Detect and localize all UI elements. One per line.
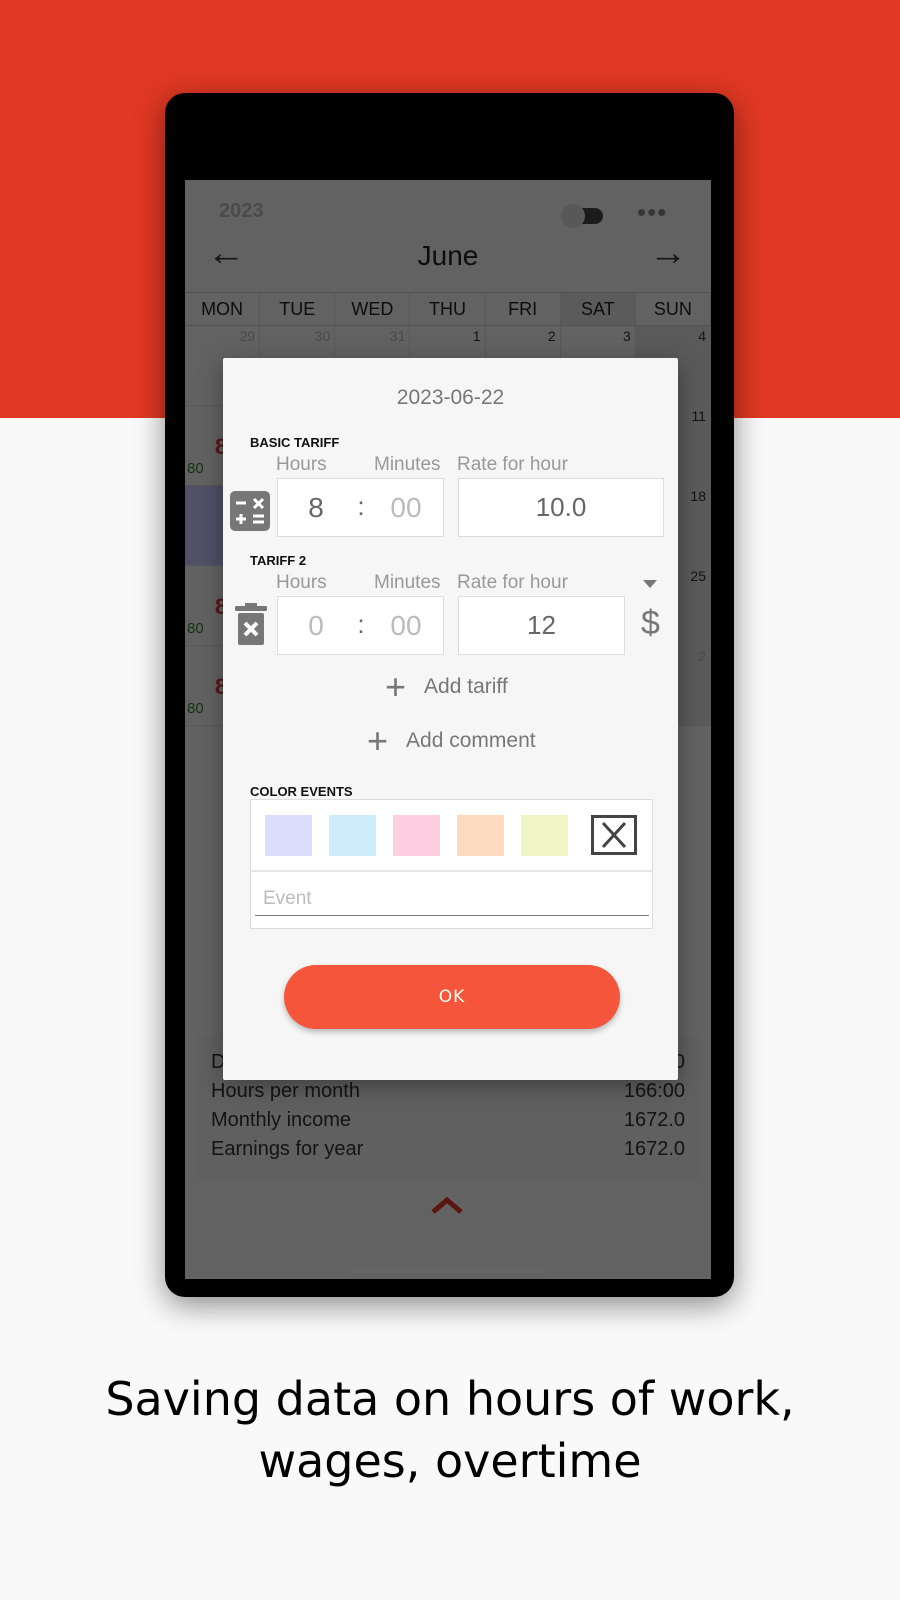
time-separator: : xyxy=(357,491,365,521)
add-comment-button[interactable]: + Add comment xyxy=(367,720,536,761)
tariff2-rate-label: Rate for hour xyxy=(457,572,568,593)
currency-selector[interactable]: $ xyxy=(641,604,660,643)
basic-rate-input[interactable]: 10.0 xyxy=(458,478,664,537)
tariff2-hours-label: Hours xyxy=(276,572,327,593)
basic-time-input[interactable]: 8 : 00 xyxy=(277,478,444,537)
time-separator: : xyxy=(357,609,365,639)
basic-hours-label: Hours xyxy=(276,454,327,475)
color-swatch[interactable] xyxy=(393,815,440,856)
event-input[interactable] xyxy=(255,872,649,916)
delete-tariff-icon[interactable] xyxy=(235,603,267,645)
caption-line-1: Saving data on hours of work, xyxy=(105,1372,795,1426)
calculator-icon[interactable] xyxy=(230,491,270,531)
basic-minutes-label: Minutes xyxy=(374,454,441,475)
plus-icon: + xyxy=(385,666,407,707)
tariff2-hours-value[interactable]: 0 xyxy=(278,597,354,654)
tariff2-minutes-label: Minutes xyxy=(374,572,441,593)
basic-tariff-label: BASIC TARIFF xyxy=(250,435,340,450)
close-icon xyxy=(601,821,627,849)
dialog-date: 2023-06-22 xyxy=(396,386,505,409)
color-events-label: COLOR EVENTS xyxy=(250,784,353,799)
plus-icon: + xyxy=(367,720,389,761)
tariff2-minutes-value[interactable]: 00 xyxy=(368,597,444,654)
add-tariff-button[interactable]: + Add tariff xyxy=(385,666,508,707)
promo-caption: Saving data on hours of work, wages, ove… xyxy=(0,1368,900,1492)
tariff2-time-input[interactable]: 0 : 00 xyxy=(277,596,444,655)
color-events-panel xyxy=(250,799,653,929)
clear-color-button[interactable] xyxy=(591,815,637,855)
day-edit-dialog: 2023-06-22 BASIC TARIFF Hours Minutes Ra… xyxy=(223,358,678,1080)
caption-line-2: wages, overtime xyxy=(258,1434,642,1488)
add-comment-label: Add comment xyxy=(406,729,536,752)
color-swatch-row xyxy=(251,800,652,872)
add-tariff-label: Add tariff xyxy=(424,675,508,698)
basic-minutes-value[interactable]: 00 xyxy=(368,479,444,536)
tariff2-rate-input[interactable]: 12 xyxy=(458,596,625,655)
basic-hours-value[interactable]: 8 xyxy=(278,479,354,536)
ok-button[interactable]: OK xyxy=(284,965,620,1029)
color-swatch[interactable] xyxy=(457,815,504,856)
basic-rate-label: Rate for hour xyxy=(457,454,568,475)
color-swatch[interactable] xyxy=(521,815,568,856)
color-swatch[interactable] xyxy=(265,815,312,856)
color-swatch[interactable] xyxy=(329,815,376,856)
currency-dropdown-arrow-icon[interactable] xyxy=(643,580,657,588)
tariff2-label: TARIFF 2 xyxy=(250,553,307,568)
